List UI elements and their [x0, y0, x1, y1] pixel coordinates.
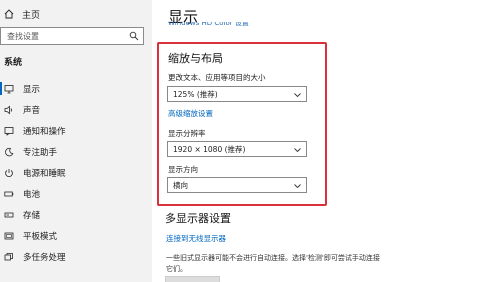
multi-display-description: 一些旧式显示器可能不会进行自动连接。选择'检测'即可尝试手动连接: [166, 254, 380, 262]
text-size-label: 更改文本、应用等项目的大小: [168, 73, 266, 82]
main-content: 显示 Windows HD Color 设置 缩放与布局 更改文本、应用等项目的…: [152, 0, 500, 282]
sidebar-item-label: 存储: [23, 210, 41, 221]
moon-icon: [4, 147, 14, 157]
power-icon: [4, 168, 14, 178]
sidebar-section-label: 系统: [4, 58, 23, 68]
home-label: 主页: [22, 10, 41, 21]
detect-button[interactable]: [165, 276, 220, 282]
sidebar-item-label: 显示: [23, 84, 41, 95]
sidebar-item-label: 通知和操作: [23, 126, 66, 137]
chevron-down-icon: [294, 91, 301, 98]
sidebar-item-sound[interactable]: 声音: [0, 99, 152, 120]
resolution-dropdown[interactable]: 1920 × 1080 (推荐): [167, 141, 307, 157]
chevron-down-icon: [294, 182, 301, 189]
sidebar-item-display[interactable]: 显示: [0, 78, 152, 99]
notification-icon: [4, 126, 14, 136]
orientation-label: 显示方向: [168, 165, 198, 174]
sidebar-item-label: 声音: [23, 105, 41, 116]
battery-icon: [4, 189, 14, 199]
sidebar: 主页 查找设置 系统 显示 声音 通知和操作 专注助手 电源和睡眠 电池 存储 …: [0, 0, 152, 282]
storage-icon: [4, 210, 14, 220]
home-nav-item[interactable]: 主页: [4, 6, 40, 22]
wireless-display-link[interactable]: 连接到无线显示器: [166, 233, 226, 244]
settings-search-input[interactable]: 查找设置: [0, 27, 144, 45]
scale-layout-heading: 缩放与布局: [168, 52, 223, 65]
advanced-scaling-link[interactable]: 高级缩放设置: [168, 108, 213, 119]
orientation-value: 横向: [173, 180, 188, 190]
sidebar-item-tablet-mode[interactable]: 平板模式: [0, 225, 152, 246]
multitask-icon: [4, 252, 14, 262]
resolution-label: 显示分辨率: [168, 129, 206, 138]
speaker-icon: [4, 105, 14, 115]
sidebar-item-label: 多任务处理: [23, 252, 66, 263]
sidebar-item-label: 平板模式: [23, 231, 58, 242]
sidebar-item-battery[interactable]: 电池: [0, 183, 152, 204]
resolution-value: 1920 × 1080 (推荐): [173, 144, 246, 154]
orientation-dropdown[interactable]: 横向: [167, 177, 307, 193]
text-size-dropdown[interactable]: 125% (推荐): [167, 86, 307, 102]
sidebar-item-label: 电源和睡眠: [23, 168, 66, 179]
home-icon: [4, 9, 14, 19]
search-placeholder: 查找设置: [7, 31, 39, 41]
sidebar-item-label: 专注助手: [23, 147, 58, 158]
sidebar-item-storage[interactable]: 存储: [0, 204, 152, 225]
search-icon[interactable]: [129, 31, 139, 41]
hd-color-settings-link[interactable]: Windows HD Color 设置: [168, 22, 249, 28]
multi-display-description-cont: 它们。: [166, 265, 187, 273]
monitor-icon: [4, 84, 14, 94]
sidebar-nav: 显示 声音 通知和操作 专注助手 电源和睡眠 电池 存储 平板模式 多任务处理: [0, 78, 152, 267]
sidebar-item-multitasking[interactable]: 多任务处理: [0, 246, 152, 267]
text-size-value: 125% (推荐): [173, 89, 218, 99]
sidebar-item-label: 电池: [23, 189, 41, 200]
multi-display-heading: 多显示器设置: [165, 212, 231, 225]
chevron-down-icon: [294, 146, 301, 153]
sidebar-item-focus-assist[interactable]: 专注助手: [0, 141, 152, 162]
tablet-icon: [4, 231, 14, 241]
sidebar-item-power-sleep[interactable]: 电源和睡眠: [0, 162, 152, 183]
sidebar-item-notifications[interactable]: 通知和操作: [0, 120, 152, 141]
